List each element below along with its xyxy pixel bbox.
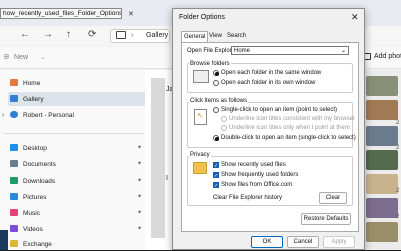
restore-defaults-button[interactable]: Restore Defaults [301, 213, 351, 225]
photo-strip [151, 78, 165, 238]
frequent-folders-label: Show frequently used folders [221, 172, 299, 178]
taskbar-thumbnail [0, 230, 8, 250]
apply-button[interactable]: Apply [323, 236, 355, 248]
radio-double-click[interactable] [213, 135, 219, 141]
chevron-right-icon: › [131, 32, 134, 39]
gallery-icon [116, 31, 126, 39]
downloads-icon [10, 177, 18, 184]
up-icon[interactable]: ↑ [66, 28, 71, 42]
photo-thumbnail[interactable] [366, 222, 398, 242]
click-items-title: Click items as follows [189, 97, 249, 105]
year-number: 2 [396, 145, 400, 151]
open-explorer-select[interactable]: Home ⌄ [231, 46, 349, 55]
sidebar-item-videos[interactable]: Videos ✦ [10, 223, 144, 236]
tooltip: how_recently_used_files_Folder_Options.p… [0, 8, 122, 19]
checkbox-office-files[interactable]: ✓ [213, 182, 219, 189]
photo-thumbnail[interactable] [366, 198, 398, 218]
privacy-title: Privacy [189, 151, 211, 159]
radio-underline-point[interactable] [221, 125, 227, 131]
month-label: I [166, 175, 168, 182]
sidebar-item-music[interactable]: Music ✦ [10, 207, 144, 220]
browse-folders-title: Browse folders [189, 60, 231, 68]
photo-thumbnail[interactable] [366, 150, 398, 170]
office-files-label: Show files from Office.com [221, 182, 293, 188]
sidebar-item-downloads[interactable]: Downloads ✦ [10, 175, 144, 188]
sidebar-item-desktop[interactable]: Desktop ✦ [10, 142, 144, 155]
documents-icon [10, 160, 18, 167]
checkbox-recent-files[interactable]: ✓ [213, 162, 219, 169]
close-tab-icon[interactable]: ✕ [128, 10, 134, 18]
pin-icon: ✦ [136, 178, 142, 184]
new-button[interactable]: New [14, 53, 28, 63]
close-icon[interactable]: ✕ [351, 12, 359, 23]
desktop-icon [10, 144, 18, 151]
cancel-button[interactable]: Cancel [287, 236, 319, 248]
address-text: Gallery [146, 32, 169, 39]
photo-thumbnail[interactable] [366, 174, 398, 194]
pictures-icon [10, 193, 18, 200]
pin-icon: ✦ [136, 161, 142, 167]
double-click-label: Double-click to open an item (single-cli… [221, 135, 356, 141]
clear-button[interactable]: Clear [319, 192, 347, 204]
videos-icon [10, 225, 18, 232]
gallery-icon [10, 95, 18, 102]
underline-browser-label: Underline icon titles consistent with my… [229, 116, 356, 122]
chevron-down-icon: ⌄ [40, 54, 46, 61]
refresh-icon[interactable]: ⟳ [88, 28, 96, 42]
photo-thumbnail[interactable] [366, 76, 398, 96]
sidebar-item-gallery[interactable]: Gallery [10, 93, 44, 106]
sidebar-item-pictures[interactable]: Pictures ✦ [10, 191, 144, 204]
chevron-right-icon[interactable]: › [2, 112, 4, 119]
radio-single-click[interactable] [213, 107, 219, 113]
photo-thumbnail[interactable] [366, 126, 398, 146]
pin-icon: ✦ [136, 194, 142, 200]
cloud-icon [10, 111, 18, 118]
divider [4, 133, 144, 134]
add-photo-button[interactable]: Add phot [374, 52, 401, 62]
sidebar-item-onedrive[interactable]: Robert - Personal [10, 109, 74, 122]
pin-icon: ✦ [136, 145, 142, 151]
radio-same-window[interactable] [213, 70, 219, 76]
pin-icon: ✦ [136, 226, 142, 232]
sidebar-item-exchange[interactable]: Exchange [10, 238, 52, 251]
browse-folders-illustration [193, 70, 209, 83]
sidebar-item-documents[interactable]: Documents ✦ [10, 158, 144, 171]
privacy-folder-icon [193, 162, 207, 174]
folder-icon [10, 240, 18, 247]
forward-icon[interactable]: → [43, 28, 53, 42]
back-icon[interactable]: ← [20, 28, 30, 42]
photo-thumbnail[interactable] [366, 100, 398, 120]
underline-point-label: Underline icon titles only when I point … [229, 125, 350, 131]
year-number: 2 [396, 214, 400, 220]
cursor-icon: ↖ [197, 111, 204, 120]
recent-files-label: Show recently used files [221, 162, 286, 168]
new-plus-icon: ⊕ [3, 52, 10, 61]
home-icon [10, 79, 18, 86]
year-number: 2 [396, 188, 400, 194]
radio-underline-browser[interactable] [221, 116, 227, 122]
radio-own-window[interactable] [213, 80, 219, 86]
browse-own-label: Open each folder in its own window [221, 80, 316, 86]
pin-icon: ✦ [136, 210, 142, 216]
checkbox-frequent-folders[interactable]: ✓ [213, 172, 219, 179]
year-number: 2 [396, 120, 400, 126]
tab-search[interactable]: Search [225, 31, 248, 42]
clear-history-label: Clear File Explorer history [213, 195, 283, 201]
dialog-title: Folder Options [179, 14, 225, 21]
tab-view[interactable]: View [207, 31, 224, 42]
sidebar-item-home[interactable]: Home [10, 77, 40, 90]
music-icon [10, 209, 18, 216]
single-click-label: Single-click to open an item (point to s… [221, 107, 338, 113]
chevron-down-icon: ⌄ [340, 48, 346, 54]
browse-same-label: Open each folder in the same window [221, 70, 322, 76]
ok-button[interactable]: OK [251, 236, 283, 248]
folder-options-dialog: Folder Options ✕ General View Search Ope… [172, 8, 365, 250]
